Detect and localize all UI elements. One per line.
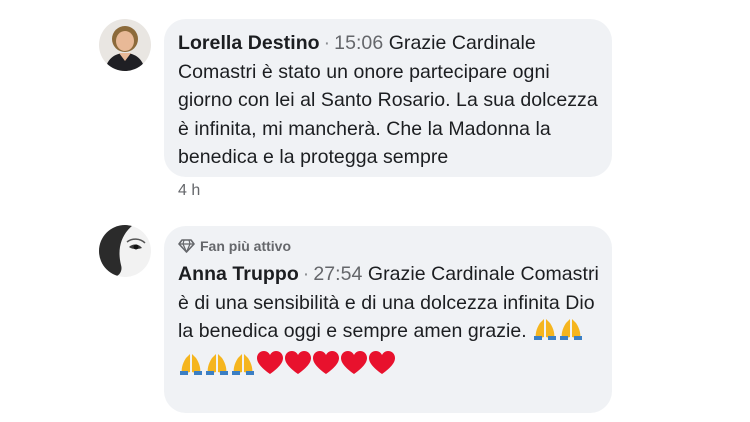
comment-bubble: Lorella Destino · 15:06 Grazie Cardinale C… [164, 19, 612, 177]
comment-text: Anna Truppo · 27:54 Grazie Cardinale Comas… [178, 260, 600, 384]
badge-label: Fan più attivo [200, 238, 291, 254]
folded-hands-emoji-icon [204, 352, 230, 385]
red-heart-emoji-icon [312, 350, 340, 385]
separator-dot: · [323, 32, 331, 54]
video-timestamp[interactable]: 15:06 [334, 32, 383, 54]
author-name[interactable]: Anna Truppo [178, 263, 299, 285]
comment-bubble: Fan più attivo Anna Truppo · 27:54 Grazie … [164, 226, 612, 413]
comment-text: Lorella Destino · 15:06 Grazie Cardinale C… [178, 29, 600, 172]
avatar[interactable] [99, 225, 151, 277]
comment-text-line1: Grazie Cardinale [367, 263, 515, 285]
top-fan-badge: Fan più attivo [178, 236, 600, 256]
comment-time[interactable]: 4 h [178, 182, 200, 200]
avatar[interactable] [99, 19, 151, 71]
comment-text-line1: Grazie Cardinale [388, 32, 536, 54]
comment-text-body: Comastri è stato un onore partecipare og… [178, 60, 598, 169]
author-name[interactable]: Lorella Destino [178, 32, 320, 54]
red-heart-emoji-icon [256, 350, 284, 385]
red-heart-emoji-icon [368, 350, 396, 385]
separator-dot: · [302, 263, 310, 285]
profile-photo-icon [99, 225, 151, 277]
person-photo-icon [99, 19, 151, 71]
red-heart-emoji-icon [284, 350, 312, 385]
folded-hands-emoji-icon [230, 352, 256, 385]
video-timestamp[interactable]: 27:54 [313, 263, 362, 285]
folded-hands-emoji-icon [558, 317, 584, 350]
folded-hands-emoji-icon [178, 352, 204, 385]
diamond-icon [178, 239, 195, 253]
folded-hands-emoji-icon [532, 317, 558, 350]
red-heart-emoji-icon [340, 350, 368, 385]
